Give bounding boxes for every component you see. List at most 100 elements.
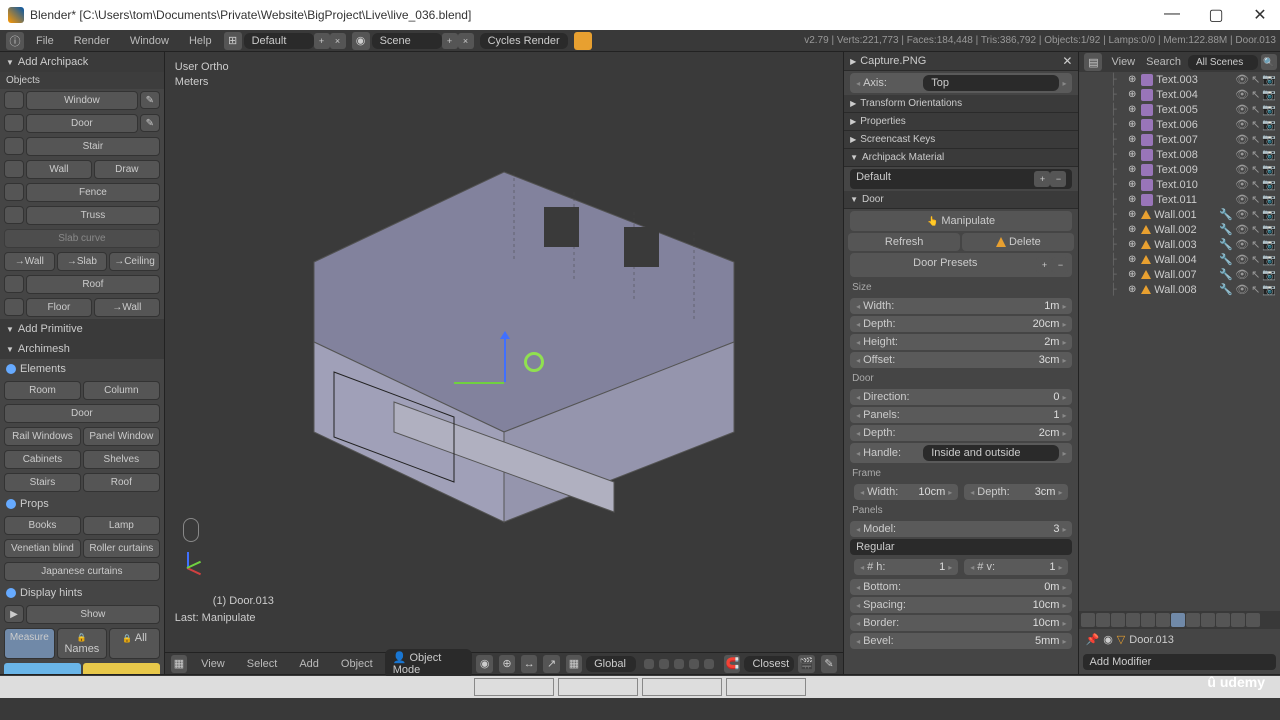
door-button[interactable]: Door [26,114,138,133]
panel-window-button[interactable]: Panel Window [83,427,160,446]
measure-toggle[interactable]: Measure [4,628,55,659]
eye-icon[interactable]: 👁 [1235,223,1249,236]
archipack-material-panel[interactable]: Archipack Material [844,149,1078,167]
camera-icon[interactable]: 📷 [1262,88,1276,101]
cursor-icon[interactable]: ↖ [1251,178,1260,191]
close-capture-icon[interactable]: ✕ [1062,54,1072,68]
floor-icon[interactable] [4,298,24,316]
snap-dropdown[interactable]: Closest [744,656,794,672]
cursor-icon[interactable]: ↖ [1251,118,1260,131]
modifier-link-icon[interactable]: 🔧 [1219,268,1233,281]
expand-icon[interactable]: ⊕ [1126,104,1138,116]
japanese-button[interactable]: Japanese curtains [4,562,160,581]
render-engine-dropdown[interactable]: Cycles Render [480,33,568,49]
cursor-icon[interactable]: ↖ [1251,193,1260,206]
expand-icon[interactable]: ⊕ [1126,179,1138,191]
camera-icon[interactable]: 📷 [1262,238,1276,251]
tab-render-icon[interactable] [1081,613,1095,627]
camera-icon[interactable]: 📷 [1262,118,1276,131]
tab-texture-icon[interactable] [1216,613,1230,627]
all-toggle[interactable]: 🔒 All [109,628,160,659]
expand-icon[interactable]: ⊕ [1126,164,1138,176]
mat-del-icon[interactable]: − [1050,171,1066,187]
vp-view-menu[interactable]: View [191,655,235,673]
truss-icon[interactable] [4,206,24,224]
modifier-link-icon[interactable]: 🔧 [1219,283,1233,296]
roof-button[interactable]: Roof [26,275,160,294]
properties-panel[interactable]: Properties [844,113,1078,131]
camera-icon[interactable]: 📷 [1262,148,1276,161]
preset-add-icon[interactable]: + [1036,257,1052,273]
eye-icon[interactable]: 👁 [1235,163,1249,176]
tab-object-icon[interactable] [1141,613,1155,627]
visibility-icons[interactable]: 🔧👁↖📷 [1219,238,1276,251]
outliner-item[interactable]: ├ ⊕Text.006👁↖📷 [1079,117,1280,132]
roller-button[interactable]: Roller curtains [83,539,160,558]
camera-icon[interactable]: 📷 [1262,283,1276,296]
panels-field[interactable]: Panels:1 [850,407,1072,423]
camera-icon[interactable]: 📷 [1262,103,1276,116]
outliner-item[interactable]: ├ ⊕Wall.007🔧👁↖📷 [1079,267,1280,282]
wall-icon[interactable] [4,160,24,178]
floor-button[interactable]: Floor [26,298,92,317]
modifier-link-icon[interactable]: 🔧 [1219,208,1233,221]
visibility-icons[interactable]: 🔧👁↖📷 [1219,268,1276,281]
tab-particles-icon[interactable] [1231,613,1245,627]
camera-icon[interactable]: 📷 [1262,178,1276,191]
visibility-icons[interactable]: 👁↖📷 [1235,103,1276,116]
camera-icon[interactable]: 📷 [1262,193,1276,206]
window-button[interactable]: Window [26,91,138,110]
show-play-icon[interactable]: ▶ [4,605,24,623]
color-swatch-1[interactable] [4,663,81,674]
roof2-button[interactable]: Roof [83,473,160,492]
gizmo-z-axis[interactable] [504,332,506,382]
axis-dropdown[interactable]: Top [923,75,1059,91]
window-icon[interactable] [4,91,24,109]
visibility-icons[interactable]: 🔧👁↖📷 [1219,283,1276,296]
window-draw-icon[interactable]: ✎ [140,91,160,109]
color-swatch-2[interactable] [83,663,160,674]
bottom-field[interactable]: Bottom:0m [850,579,1072,595]
visibility-icons[interactable]: 👁↖📷 [1235,88,1276,101]
venetian-button[interactable]: Venetian blind [4,539,81,558]
outliner-filter-dropdown[interactable]: All Scenes [1188,55,1258,70]
to-slab-button[interactable]: →Slab [57,252,108,271]
screen-layout-dropdown[interactable]: Default [244,33,314,49]
expand-icon[interactable]: ⊕ [1126,269,1138,281]
eye-icon[interactable]: 👁 [1235,118,1249,131]
layout-delete-button[interactable]: × [330,33,346,49]
eye-icon[interactable]: 👁 [1235,103,1249,116]
outliner-item[interactable]: ├ ⊕Text.005👁↖📷 [1079,102,1280,117]
door-panel[interactable]: Door [844,191,1078,209]
close-button[interactable]: ✕ [1248,5,1272,25]
manipulator-translate-icon[interactable]: ↗ [543,655,559,673]
maximize-button[interactable]: ▢ [1204,5,1228,25]
visibility-icons[interactable]: 👁↖📷 [1235,148,1276,161]
editor-type-3dview-icon[interactable]: ▦ [171,655,187,673]
expand-icon[interactable]: ⊕ [1126,89,1138,101]
show-button[interactable]: Show [26,605,160,624]
eye-icon[interactable]: 👁 [1235,178,1249,191]
3d-scene[interactable] [165,52,843,652]
expand-icon[interactable]: ⊕ [1126,74,1138,86]
modifier-link-icon[interactable]: 🔧 [1219,238,1233,251]
eye-icon[interactable]: 👁 [1235,208,1249,221]
scene-delete-button[interactable]: × [458,33,474,49]
outliner-editor-icon[interactable]: ▤ [1084,53,1102,71]
visibility-icons[interactable]: 👁↖📷 [1235,118,1276,131]
mode-dropdown[interactable]: 👤 Object Mode [385,649,473,678]
minimize-button[interactable]: — [1160,5,1184,25]
panel-h-field[interactable]: # h:1 [854,559,958,575]
books-button[interactable]: Books [4,516,81,535]
manipulator-toggle-icon[interactable]: ↔ [521,655,537,673]
camera-icon[interactable]: 📷 [1262,163,1276,176]
tab-scene-icon[interactable] [1111,613,1125,627]
door2-button[interactable]: Door [4,404,160,423]
eye-icon[interactable]: 👁 [1235,283,1249,296]
cabinets-button[interactable]: Cabinets [4,450,81,469]
cursor-icon[interactable]: ↖ [1251,88,1260,101]
handle-dropdown[interactable]: Inside and outside [923,445,1059,461]
scene-icon[interactable]: ◉ [352,32,370,50]
layout-icon[interactable]: ⊞ [224,32,242,50]
menu-render[interactable]: Render [64,32,120,50]
